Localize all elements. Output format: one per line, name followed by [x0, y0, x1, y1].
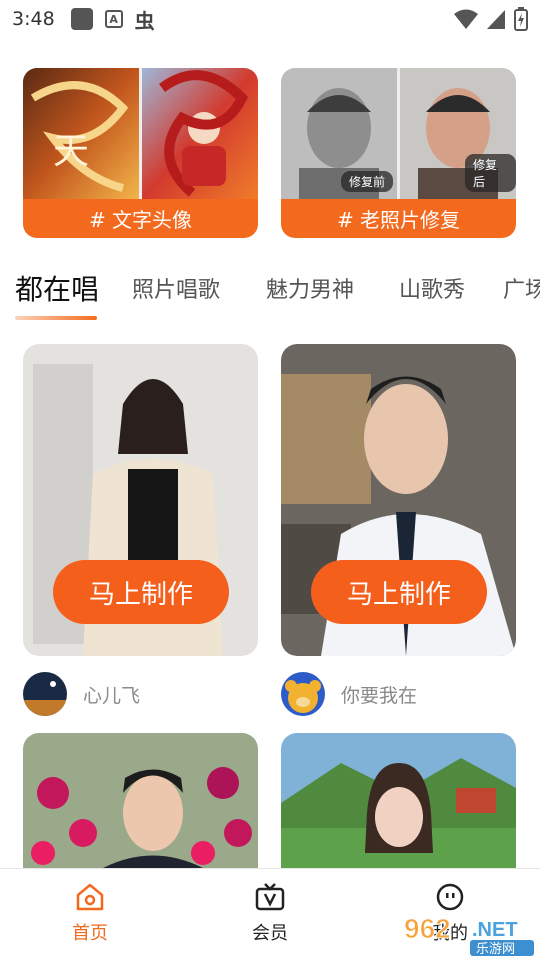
home-icon: [76, 883, 104, 911]
a-notification-icon: A: [104, 10, 123, 28]
tab-folk-song-show[interactable]: 山歌秀: [399, 272, 465, 304]
nav-home-label: 首页: [72, 923, 108, 944]
status-right-icons: [454, 7, 528, 31]
author-name: 心儿飞: [83, 684, 141, 707]
status-bar: 3:48 A 虫: [0, 0, 540, 38]
tab-charming-men[interactable]: 魅力男神: [266, 272, 354, 304]
battery-charging-icon: [514, 7, 528, 31]
before-label: 修复前: [341, 171, 394, 192]
avatar: [281, 672, 325, 716]
status-time: 3:48: [12, 8, 55, 30]
watermark-sub: 乐游网: [476, 942, 515, 957]
tab-photo-sing[interactable]: 照片唱歌: [132, 272, 220, 304]
bug-notification-icon: 虫: [134, 8, 155, 33]
video-card-4[interactable]: [281, 733, 516, 868]
banner-tag-photo-restore: # 老照片修复: [281, 199, 516, 238]
banner-tag-text-avatar: # 文字头像: [23, 199, 258, 238]
dragon-art-image-left: 天: [23, 68, 139, 199]
video-card-2[interactable]: 马上制作: [281, 344, 516, 656]
watermark-suffix: .NET: [472, 919, 518, 941]
tab-dou-zai-chang[interactable]: 都在唱: [15, 268, 99, 308]
video-card-1[interactable]: 马上制作: [23, 344, 258, 656]
video-thumbnail-woman-landscape: [281, 733, 516, 868]
watermark-logo: 962 .NET 乐游网: [404, 913, 534, 957]
avatar: [23, 672, 67, 716]
make-now-button[interactable]: 马上制作: [53, 560, 229, 624]
video-thumbnail-officer: [23, 733, 258, 868]
author-name: 你要我在: [341, 684, 418, 707]
wifi-icon: [454, 9, 478, 29]
nav-vip-label: 会员: [252, 923, 288, 944]
after-label: 修复后: [465, 154, 516, 192]
nav-home[interactable]: 首页: [50, 881, 130, 945]
card-2-author[interactable]: 你要我在: [281, 672, 417, 716]
svg-text:天: 天: [53, 131, 89, 172]
video-card-3[interactable]: [23, 733, 258, 868]
banner-text-avatar[interactable]: 天 # 文字头像: [23, 68, 258, 238]
watermark-number: 962: [404, 913, 451, 944]
make-now-button[interactable]: 马上制作: [311, 560, 487, 624]
category-tabs: 都在唱 照片唱歌 魅力男神 山歌秀 广场: [15, 268, 540, 328]
signal-icon: [487, 10, 505, 29]
vip-tv-icon: [255, 883, 285, 911]
card-1-author[interactable]: 心儿飞: [23, 672, 140, 716]
notification-square-icon: [70, 8, 93, 30]
active-tab-indicator: [15, 316, 97, 320]
tab-square[interactable]: 广场: [503, 272, 540, 304]
dragon-art-image-right: [142, 68, 258, 199]
site-watermark: 962 .NET 乐游网: [400, 908, 538, 958]
nav-vip[interactable]: 会员: [230, 881, 310, 945]
feature-banners: 天 # 文字头像 修复前 修复后 # 老照片修复: [23, 68, 517, 238]
banner-photo-restore[interactable]: 修复前 修复后 # 老照片修复: [281, 68, 516, 238]
